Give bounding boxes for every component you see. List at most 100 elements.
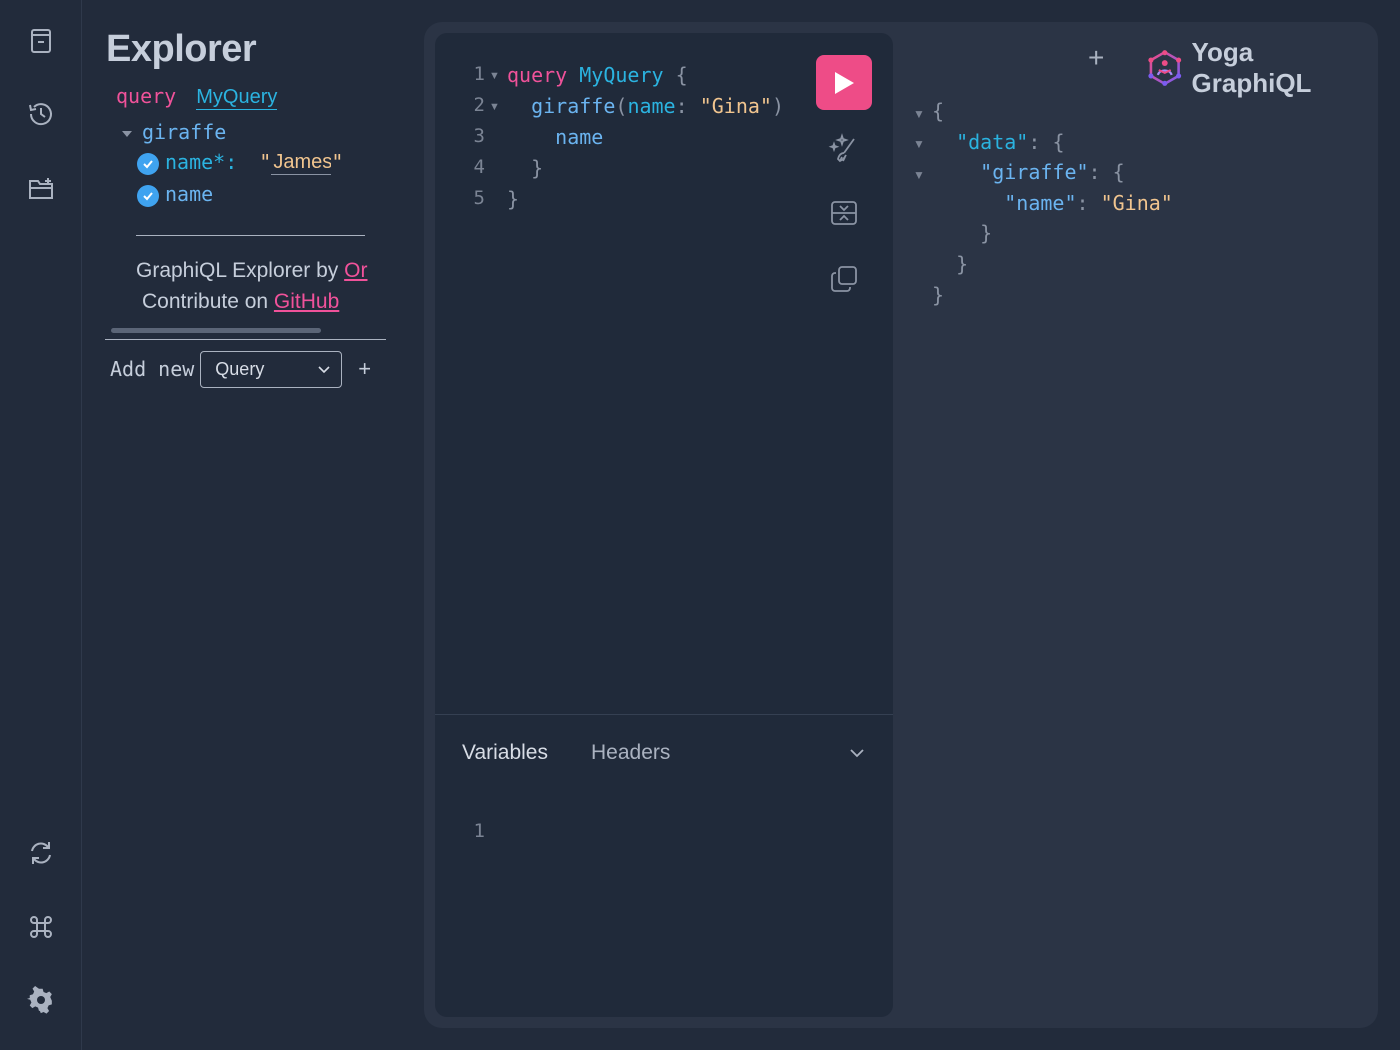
- explorer-panel: Explorer query MyQuery giraffe name*: " J…: [82, 0, 412, 1050]
- result-line: {: [932, 99, 944, 123]
- token-colon: :: [1028, 130, 1041, 154]
- token-brace: }: [507, 187, 520, 211]
- result-line: "data": {: [932, 130, 1064, 154]
- code-line-2[interactable]: giraffe(name: "Gina"): [507, 94, 784, 118]
- line-number: 5: [473, 187, 485, 209]
- token-brace: {: [1112, 160, 1125, 184]
- operation-type-select[interactable]: Query: [200, 350, 343, 388]
- chevron-down-icon[interactable]: [846, 742, 868, 764]
- brand-name: Yoga GraphiQL: [1191, 37, 1312, 98]
- settings-button[interactable]: [21, 980, 61, 1020]
- copy-icon: [831, 266, 857, 292]
- github-link[interactable]: GitHub: [274, 290, 339, 313]
- sidebar-rail: [0, 0, 82, 1050]
- graphiql-session: 1 2 3 4 5 ▼ ▼ query MyQuery { giraffe(na…: [424, 22, 1378, 1028]
- arg-value-input[interactable]: James: [271, 151, 332, 175]
- line-number: 1: [473, 63, 485, 85]
- chevron-down-icon: [318, 366, 330, 374]
- explorer-divider: [136, 235, 365, 236]
- refetch-schema-button[interactable]: [21, 833, 61, 873]
- new-tab-button[interactable]: +: [1088, 42, 1104, 74]
- settings-icon: [27, 986, 52, 1014]
- token-field: giraffe: [531, 94, 616, 118]
- variables-line-number: 1: [473, 820, 485, 842]
- shortcuts-icon: [30, 916, 52, 938]
- token-colon: :: [1076, 191, 1089, 215]
- token-colon: :: [675, 94, 688, 118]
- add-operation-button[interactable]: +: [358, 356, 371, 382]
- credit-text: GraphiQL Explorer by: [136, 259, 345, 282]
- merge-icon: [831, 201, 857, 225]
- token-key: "giraffe": [980, 160, 1089, 184]
- line-number: 3: [473, 125, 485, 147]
- prettify-icon: [828, 133, 855, 163]
- token-string: "Gina": [699, 94, 772, 118]
- token-paren: (: [615, 94, 628, 118]
- explorer-credit: GraphiQL Explorer by Or: [136, 259, 367, 283]
- explorer-subfield-name[interactable]: name: [137, 182, 213, 207]
- token-paren: ): [771, 94, 784, 118]
- tab-headers[interactable]: Headers: [591, 741, 670, 765]
- explorer-contribute: Contribute on GitHub: [142, 290, 339, 314]
- history-button[interactable]: [21, 94, 61, 134]
- editor-tools-divider: [435, 714, 893, 715]
- explorer-title: Explorer: [106, 28, 257, 70]
- explorer-arg-name[interactable]: name*: " James": [137, 150, 343, 175]
- token-arg: name: [627, 94, 676, 118]
- token-brace: }: [956, 252, 969, 276]
- token-brace: {: [675, 63, 688, 87]
- operation-keyword: query: [116, 84, 177, 108]
- token-key: "name": [1004, 191, 1077, 215]
- subfield-label: name: [165, 182, 214, 206]
- fold-arrow-icon[interactable]: ▼: [913, 168, 925, 182]
- token-brace: }: [932, 283, 945, 307]
- merge-fragments-button[interactable]: [822, 191, 866, 235]
- add-new-label: Add new: [110, 357, 195, 381]
- docs-button[interactable]: [21, 21, 61, 61]
- history-icon: [29, 103, 52, 126]
- fold-arrow-icon[interactable]: ▼: [913, 137, 925, 151]
- tab-variables[interactable]: Variables: [462, 741, 548, 765]
- field-label: giraffe: [142, 120, 227, 144]
- fold-arrow-icon[interactable]: ▼: [489, 70, 500, 82]
- code-line-4[interactable]: }: [507, 156, 543, 180]
- token-string: "Gina": [1100, 191, 1173, 215]
- explorer-scrollbar[interactable]: [111, 328, 321, 333]
- fold-arrow-icon[interactable]: ▼: [489, 101, 500, 113]
- arg-quote-close: ": [331, 150, 344, 174]
- prettify-button[interactable]: [822, 127, 866, 171]
- line-number: 4: [473, 156, 485, 178]
- token-key: "data": [956, 130, 1029, 154]
- result-line: }: [932, 252, 968, 276]
- play-icon: [835, 71, 854, 94]
- query-editor-pane: 1 2 3 4 5 ▼ ▼ query MyQuery { giraffe(na…: [435, 33, 893, 1017]
- collapse-caret-icon: [122, 130, 132, 137]
- token-colon: :: [1088, 160, 1101, 184]
- operation-name-input[interactable]: MyQuery: [196, 86, 278, 110]
- token-keyword: query: [507, 63, 568, 87]
- checkbox-checked-icon[interactable]: [137, 184, 159, 207]
- execute-query-button[interactable]: [816, 55, 872, 110]
- operation-header: query MyQuery: [116, 84, 278, 110]
- token-operation-name: MyQuery: [579, 63, 664, 87]
- copy-query-button[interactable]: [822, 257, 866, 301]
- add-new-row: Add new Query +: [110, 350, 371, 388]
- contribute-text: Contribute on: [142, 290, 274, 313]
- token-brace: }: [980, 221, 993, 245]
- collections-button[interactable]: [21, 168, 61, 208]
- code-line-1[interactable]: query MyQuery {: [507, 63, 688, 87]
- fold-arrow-icon[interactable]: ▼: [913, 107, 925, 121]
- code-line-3[interactable]: name: [507, 125, 603, 149]
- arg-quote-open: ": [259, 150, 272, 174]
- line-number: 2: [473, 94, 485, 116]
- token-field: name: [555, 125, 604, 149]
- token-brace: {: [932, 99, 945, 123]
- token-brace: }: [531, 156, 544, 180]
- refetch-schema-icon: [31, 842, 51, 864]
- checkbox-checked-icon[interactable]: [137, 152, 159, 175]
- arg-label: name*:: [165, 150, 238, 174]
- credit-link[interactable]: Or: [344, 259, 367, 282]
- shortcuts-button[interactable]: [21, 907, 61, 947]
- explorer-field-giraffe[interactable]: giraffe: [122, 120, 226, 144]
- code-line-5[interactable]: }: [507, 187, 519, 211]
